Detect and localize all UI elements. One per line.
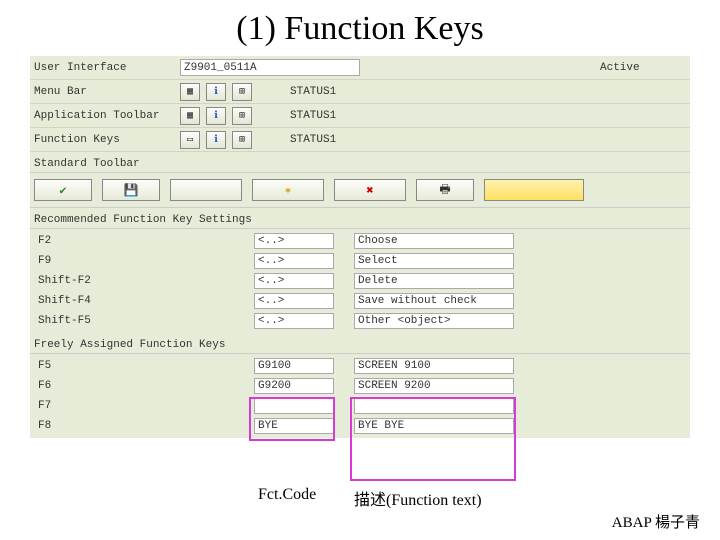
expand-icon[interactable]: ▦ (180, 83, 200, 101)
function-keys-status: STATUS1 (290, 134, 490, 146)
app-toolbar-label: Application Toolbar (30, 110, 180, 122)
table-row: Shift-F4 <..> Save without check (34, 291, 686, 311)
menu-bar-row: Menu Bar ▦ ℹ ⊞ STATUS1 (30, 80, 690, 104)
enter-button[interactable]: ✔ (34, 179, 92, 201)
tree-icon[interactable]: ⊞ (232, 131, 252, 149)
expand-icon[interactable]: ▦ (180, 107, 200, 125)
table-row: F6 G9200 SCREEN 9200 (34, 376, 686, 396)
function-keys-label: Function Keys (30, 134, 180, 146)
fk-code[interactable] (254, 398, 334, 414)
fk-key: F9 (34, 255, 254, 267)
recommended-table: F2 <..> Choose F9 <..> Select Shift-F2 <… (30, 229, 690, 333)
fk-key: F2 (34, 235, 254, 247)
tree-icon[interactable]: ⊞ (232, 83, 252, 101)
cancel-icon: ✖ (366, 183, 373, 198)
menu-bar-label: Menu Bar (30, 86, 180, 98)
info-icon[interactable]: ℹ (206, 131, 226, 149)
freely-header: Freely Assigned Function Keys (30, 333, 690, 354)
fk-key: F7 (34, 400, 254, 412)
desc-annotation: 描述(Function text) (354, 486, 482, 510)
table-row: F5 G9100 SCREEN 9100 (34, 356, 686, 376)
table-row: F7 (34, 396, 686, 416)
fk-key: F5 (34, 360, 254, 372)
fk-desc[interactable]: SCREEN 9200 (354, 378, 514, 394)
recommended-header: Recommended Function Key Settings (30, 208, 690, 229)
user-interface-row: User Interface Z9901_0511A Active (30, 56, 690, 80)
app-toolbar-status: STATUS1 (290, 110, 490, 122)
fk-key: F6 (34, 380, 254, 392)
info-icon[interactable]: ℹ (206, 107, 226, 125)
user-interface-field[interactable]: Z9901_0511A (180, 59, 360, 76)
highlighted-button[interactable] (484, 179, 584, 201)
tree-icon[interactable]: ⊞ (232, 107, 252, 125)
table-row: F8 BYE BYE BYE (34, 416, 686, 436)
exit-icon: ✶ (284, 183, 291, 198)
fk-code[interactable]: G9200 (254, 378, 334, 394)
fk-code[interactable]: <..> (254, 293, 334, 309)
fk-key: F8 (34, 420, 254, 432)
table-row: F2 <..> Choose (34, 231, 686, 251)
fk-code[interactable]: <..> (254, 233, 334, 249)
freely-table: F5 G9100 SCREEN 9100 F6 G9200 SCREEN 920… (30, 354, 690, 438)
user-interface-label: User Interface (30, 62, 180, 74)
slide-title: (1) Function Keys (0, 0, 720, 56)
function-keys-row: Function Keys ▭ ℹ ⊞ STATUS1 (30, 128, 690, 152)
back-button[interactable] (170, 179, 242, 201)
fk-code[interactable]: G9100 (254, 358, 334, 374)
fk-code[interactable]: <..> (254, 253, 334, 269)
print-button[interactable]: 🖶 (416, 179, 474, 201)
print-icon: 🖶 (439, 180, 450, 201)
exit-button[interactable]: ✶ (252, 179, 324, 201)
fk-code[interactable]: BYE (254, 418, 334, 434)
fk-desc[interactable]: Other <object> (354, 313, 514, 329)
check-icon: ✔ (59, 183, 66, 198)
fk-key: Shift-F5 (34, 315, 254, 327)
disk-icon: 💾 (124, 183, 139, 198)
slide-footer: ABAP 楊子青 (612, 511, 700, 532)
save-button[interactable]: 💾 (102, 179, 160, 201)
fk-desc[interactable]: Delete (354, 273, 514, 289)
fk-desc[interactable]: SCREEN 9100 (354, 358, 514, 374)
fk-desc[interactable]: Select (354, 253, 514, 269)
info-icon[interactable]: ℹ (206, 83, 226, 101)
std-toolbar-header: Standard Toolbar (30, 152, 690, 173)
table-row: F9 <..> Select (34, 251, 686, 271)
cancel-button[interactable]: ✖ (334, 179, 406, 201)
fctcode-annotation: Fct.Code (258, 486, 316, 504)
fk-code[interactable]: <..> (254, 313, 334, 329)
sap-screenshot: User Interface Z9901_0511A Active Menu B… (30, 56, 690, 438)
fk-desc[interactable] (354, 398, 514, 414)
fk-desc[interactable]: BYE BYE (354, 418, 514, 434)
status-active: Active (600, 62, 690, 74)
standard-toolbar: ✔ 💾 ✶ ✖ 🖶 (30, 173, 690, 208)
fk-key: Shift-F2 (34, 275, 254, 287)
app-toolbar-row: Application Toolbar ▦ ℹ ⊞ STATUS1 (30, 104, 690, 128)
fk-key: Shift-F4 (34, 295, 254, 307)
fk-desc[interactable]: Choose (354, 233, 514, 249)
fk-desc[interactable]: Save without check (354, 293, 514, 309)
fk-code[interactable]: <..> (254, 273, 334, 289)
table-row: Shift-F5 <..> Other <object> (34, 311, 686, 331)
table-row: Shift-F2 <..> Delete (34, 271, 686, 291)
menu-bar-status: STATUS1 (290, 86, 490, 98)
collapse-icon[interactable]: ▭ (180, 131, 200, 149)
